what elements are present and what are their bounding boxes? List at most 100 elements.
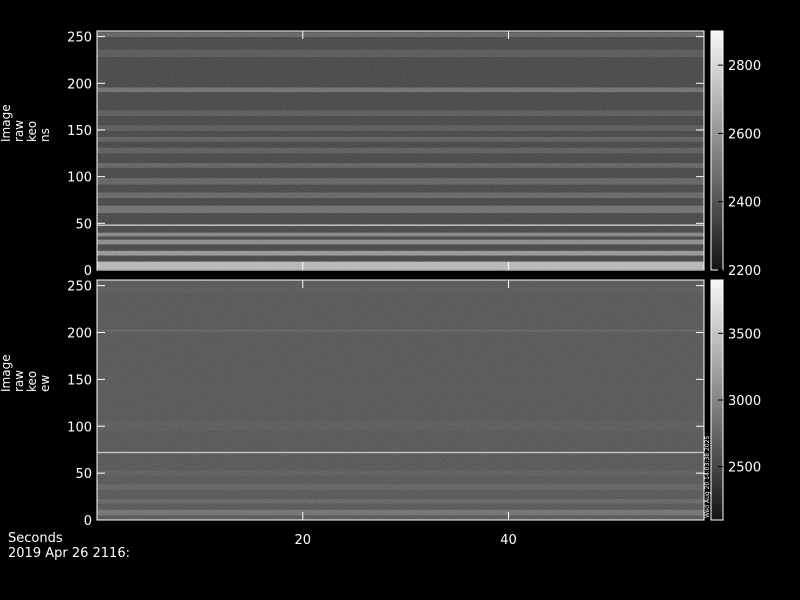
colorbar-segment [711,154,723,159]
x-axis-label: Seconds [8,531,63,546]
colorbar-segment [711,316,723,321]
colorbar-segment [711,456,723,461]
colorbar-segment [711,110,723,116]
colorbar-segment [711,336,723,341]
colorbar-segment [711,258,723,263]
colorbar-segment [711,31,723,36]
colorbar-segment [711,384,723,389]
colorbar-tick-label: 2400 [728,196,761,211]
y-axis-label-line: raw [12,370,26,392]
colorbar-segment [711,158,723,163]
heatmap-noise [97,280,704,520]
colorbar-segment [711,234,723,239]
keogram-panel-ew: 0 50 100 150 200 250 20 40 Imagerawkeoew 2500 3000… [0,279,761,548]
colorbar-segment [711,178,723,183]
colorbar-segment [711,238,723,243]
colorbar-segment [711,170,723,175]
colorbar-segment [711,512,723,517]
colorbar-tick-label: 3000 [728,394,761,409]
colorbar-segment [711,38,723,44]
colorbar-segment [711,368,723,373]
colorbar-segment [711,146,723,151]
colorbar-segment [711,296,723,301]
x-tick-label: 40 [500,533,517,548]
colorbar-segment [711,122,723,128]
colorbar-segment [711,166,723,171]
colorbar-segment [711,476,723,481]
colorbar-segment [711,500,723,505]
colorbar-segment [711,50,723,56]
colorbar-tick-label: 2800 [728,59,761,74]
y-tick-label: 0 [84,514,92,529]
colorbar-segment [711,472,723,477]
colorbar-segment [711,492,723,497]
colorbar-segment [711,332,723,337]
colorbar-tick-label: 3500 [728,327,761,342]
colorbar-segment [711,214,723,219]
colorbar-segment [711,440,723,445]
y-tick-label: 100 [67,420,92,435]
colorbar-segment [711,452,723,457]
colorbar-segment [711,58,723,64]
colorbar-segment [711,262,723,267]
colorbar-segment [711,324,723,329]
colorbar-segment [711,344,723,349]
colorbar-segment [711,206,723,211]
colorbar-segment [711,468,723,473]
colorbar-segment [711,352,723,357]
colorbar-segment [711,86,723,92]
colorbar-segment [711,114,723,120]
colorbar-segment [711,162,723,167]
colorbar-segment [711,408,723,413]
colorbar-segment [711,416,723,421]
colorbar-segment [711,190,723,195]
colorbar-segment [711,380,723,385]
colorbar-segment [711,320,723,325]
colorbar-segment [711,102,723,108]
colorbar-segment [711,420,723,425]
y-tick-label: 0 [84,264,92,279]
colorbar-tick-label: 2600 [728,127,761,142]
colorbar-segment [711,312,723,317]
colorbar-segment [711,54,723,60]
y-tick-label: 150 [67,373,92,388]
colorbar-segment [711,46,723,52]
colorbar-segment [711,134,723,140]
date-label: 2019 Apr 26 2116: [8,546,130,561]
colorbar-segment [711,308,723,313]
y-axis-label-line: ew [38,375,52,392]
colorbar-segment [711,242,723,247]
y-tick-label: 100 [67,171,92,186]
colorbar-segment [711,340,723,345]
colorbar-segment [711,508,723,513]
colorbar-segment [711,428,723,433]
colorbar-segment [711,364,723,369]
timestamp-annotation: Wed Aug 20 14:03:38 2025 [704,436,711,518]
colorbar-segment [711,284,723,289]
y-tick-label: 50 [75,217,92,232]
colorbar-segment [711,288,723,293]
colorbar-segment [711,70,723,76]
y-tick-label: 50 [75,467,92,482]
colorbar-segment [711,448,723,453]
colorbar-segment [711,400,723,405]
colorbar-segment [711,388,723,393]
colorbar-segment [711,226,723,231]
colorbar-segment [711,412,723,417]
colorbar-segment [711,150,723,155]
colorbar-segment [711,78,723,84]
colorbar-segment [711,376,723,381]
colorbar-segment [711,74,723,80]
colorbar-segment [711,360,723,365]
colorbar-segment [711,292,723,297]
colorbar-tick-label: 2200 [728,264,761,279]
colorbar-segment [711,280,723,285]
colorbar-segment [711,404,723,409]
y-axis-label-line: raw [12,120,26,142]
y-axis-label: Imagerawkeoew [0,354,52,392]
colorbar-segment [711,444,723,449]
colorbar-segment [711,90,723,96]
y-tick-label: 200 [67,77,92,92]
colorbar-segment [711,106,723,112]
colorbar-segment [711,460,723,465]
